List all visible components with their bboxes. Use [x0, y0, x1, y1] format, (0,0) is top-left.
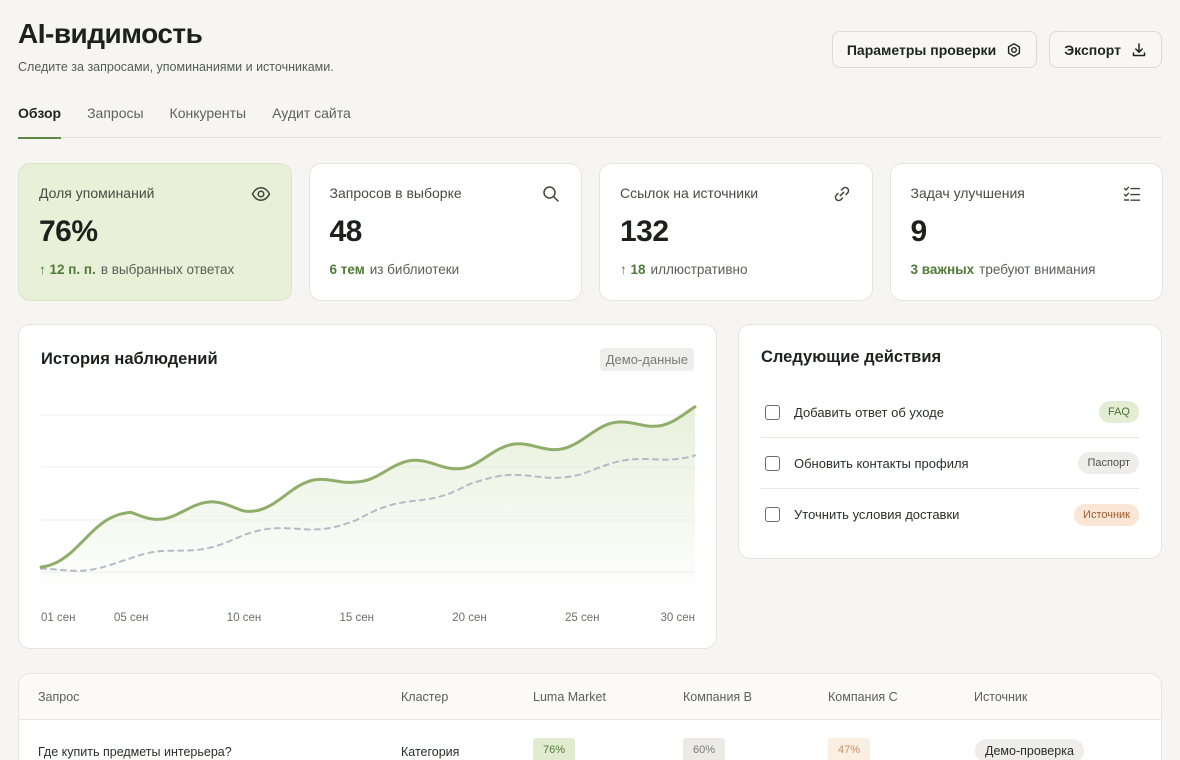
tab-queries[interactable]: Запросы [87, 96, 143, 138]
kpi-footnote: 6 тем из библиотеки [330, 262, 562, 277]
cell-luma-share: 76% [533, 738, 576, 760]
action-tag: Паспорт [1078, 452, 1139, 474]
check-params-button[interactable]: Параметры проверки [831, 31, 1038, 68]
action-checkbox[interactable] [765, 455, 780, 471]
table-header: Запрос Кластер Luma Market Компания B Ко… [19, 674, 1161, 720]
search-icon [543, 186, 559, 202]
kpi-card-queries[interactable]: Запросов в выборке 48 6 тем из библиотеки [308, 163, 582, 301]
column-header-source[interactable]: Источник [974, 690, 1027, 704]
kpi-cards: Доля упоминаний 76% ↑ 12 п. п. в выбранны… [18, 163, 1163, 301]
eye-icon [251, 187, 270, 201]
action-item[interactable]: Добавить ответ об уходе FAQ [761, 387, 1139, 438]
action-tag: FAQ [1098, 401, 1139, 423]
kpi-delta: ↑ 12 п. п. [39, 262, 96, 277]
kpi-delta: 6 тем [329, 262, 365, 277]
kpi-note: из библиотеки [369, 262, 460, 277]
action-tag: Источник [1074, 503, 1139, 526]
header-actions: Параметры проверки Экспорт [831, 31, 1162, 68]
kpi-delta: 3 важных [910, 262, 975, 277]
column-header-company-c[interactable]: Компания C [828, 690, 898, 704]
history-card: 01 сен 05 сен 10 сен 15 сен 20 сен 25 сен 30 с… [18, 324, 717, 649]
kpi-value: 48 [329, 215, 363, 248]
kpi-label: Запросов в выборке [329, 185, 462, 201]
history-title: История наблюдений [41, 350, 218, 368]
cell-source-tag: Демо-проверка [975, 739, 1084, 760]
cell-company-c-share: 47% [828, 738, 871, 760]
x-tick-label: 25 сен [565, 612, 599, 624]
action-checkbox[interactable] [765, 404, 780, 420]
kpi-value: 76% [39, 215, 98, 248]
action-item[interactable]: Обновить контакты профиля Паспорт [761, 438, 1139, 489]
settings-icon [1008, 42, 1021, 57]
kpi-delta: ↑ 18 [620, 262, 646, 277]
series-area-fill [41, 406, 695, 584]
kpi-note: требуют внимания [979, 262, 1096, 277]
kpi-card-source-links[interactable]: Ссылок на источники 132 ↑ 18 иллюстративн… [599, 163, 873, 301]
tab-competitors[interactable]: Конкуренты [170, 96, 247, 138]
demo-data-badge: Демо-данные [599, 348, 694, 371]
cell-company-b-share: 60% [683, 738, 726, 760]
x-tick-label: 30 сен [661, 612, 695, 624]
kpi-footnote: ↑ 18 иллюстративно [620, 262, 852, 277]
column-header-luma-market[interactable]: Luma Market [533, 690, 606, 704]
link-icon [834, 186, 849, 202]
download-icon [1132, 42, 1146, 56]
action-label: Обновить контакты профиля [794, 455, 969, 471]
check-params-label: Параметры проверки [846, 41, 997, 58]
cell-query: Где купить предметы интерьера? [38, 745, 232, 759]
x-tick-label: 10 сен [227, 612, 261, 624]
export-label: Экспорт [1064, 41, 1121, 58]
kpi-card-mention-share[interactable]: Доля упоминаний 76% ↑ 12 п. п. в выбранны… [18, 163, 292, 301]
kpi-label: Доля упоминаний [39, 185, 155, 201]
x-tick-label: 20 сен [452, 612, 486, 624]
column-header-cluster[interactable]: Кластер [401, 690, 448, 704]
next-actions-title: Следующие действия [761, 348, 942, 366]
kpi-note: в выбранных ответах [100, 262, 235, 277]
kpi-value: 132 [620, 215, 669, 248]
next-actions-card: Следующие действия Добавить ответ об ухо… [738, 324, 1162, 559]
queries-table: Запрос Кластер Luma Market Компания B Ко… [18, 673, 1162, 760]
page-subtitle: Следите за запросами, упоминаниями и ист… [18, 60, 334, 74]
kpi-footnote: 3 важных требуют внимания [911, 262, 1143, 277]
kpi-label: Задач улучшения [910, 185, 1025, 201]
history-chart: 01 сен 05 сен 10 сен 15 сен 20 сен 25 сен 30 с… [39, 405, 697, 624]
export-button[interactable]: Экспорт [1049, 31, 1162, 68]
x-tick-label: 01 сен [41, 612, 75, 624]
kpi-footnote: ↑ 12 п. п. в выбранных ответах [39, 262, 271, 277]
action-item[interactable]: Уточнить условия доставки Источник [761, 489, 1139, 540]
tab-site-audit[interactable]: Аудит сайта [272, 96, 351, 138]
page-title: AI-видимость [18, 18, 203, 49]
column-header-query[interactable]: Запрос [38, 690, 79, 704]
action-label: Уточнить условия доставки [794, 507, 960, 522]
x-tick-label: 05 сен [114, 612, 148, 624]
kpi-value: 9 [910, 215, 928, 248]
column-header-company-b[interactable]: Компания B [683, 690, 752, 704]
kpi-card-improvement-tasks[interactable]: Задач улучшения 9 3 важных требуют вниман… [889, 163, 1163, 301]
kpi-label: Ссылок на источники [620, 185, 759, 201]
kpi-note: иллюстративно [650, 262, 748, 277]
action-list: Добавить ответ об уходе FAQ Обновить кон… [761, 387, 1139, 540]
checklist-icon [1123, 186, 1141, 201]
tab-overview[interactable]: Обзор [18, 96, 62, 139]
tab-bar: Обзор Запросы Конкуренты Аудит сайта [18, 96, 1162, 139]
action-checkbox[interactable] [765, 507, 780, 522]
x-tick-label: 15 сен [339, 612, 373, 624]
action-label: Добавить ответ об уходе [794, 404, 944, 420]
page-header: AI-видимость Следите за запросами, упоми… [18, 18, 334, 74]
cell-cluster: Категория [401, 745, 460, 759]
